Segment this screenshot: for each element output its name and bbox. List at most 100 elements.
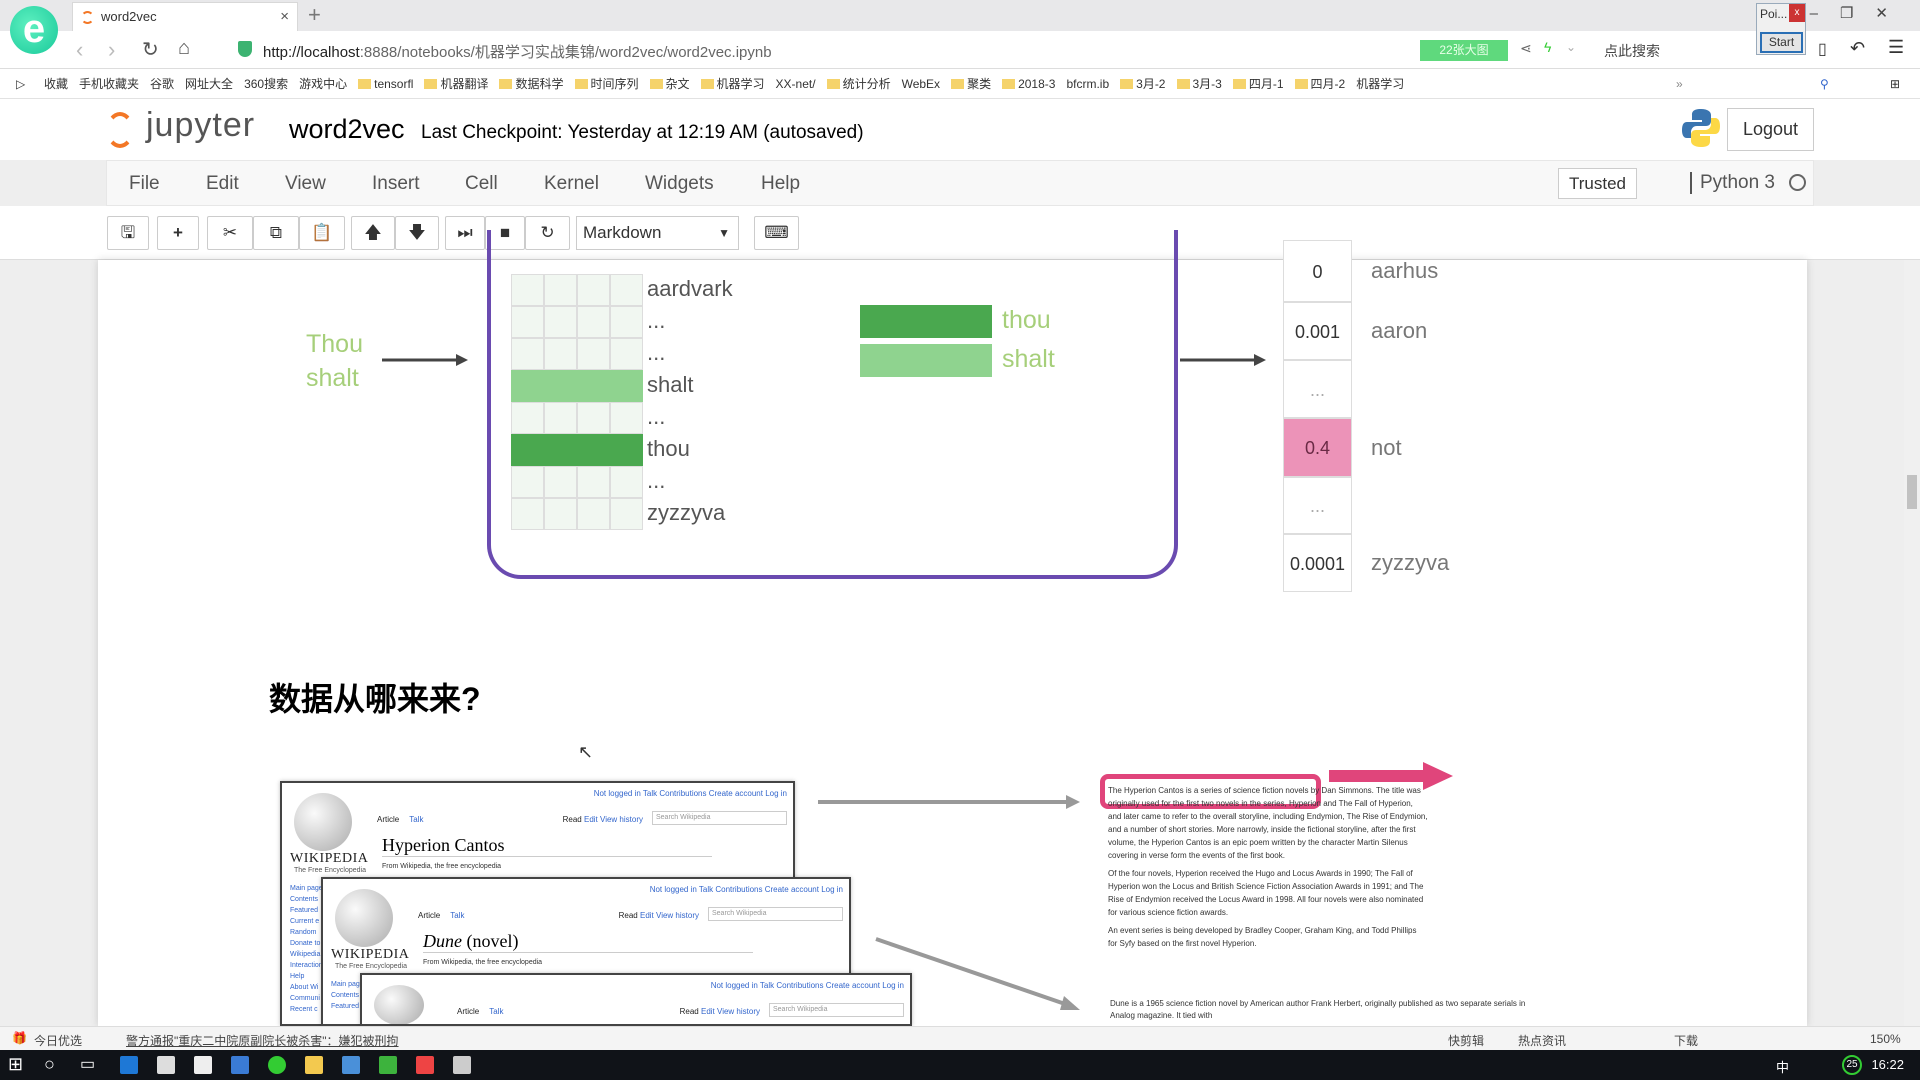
bookmark-item[interactable]: 游戏中心 [299,69,347,99]
daily-picks-link[interactable]: 今日优选 [34,1032,82,1049]
embedding-cell [511,338,544,370]
embedding-cell [511,434,544,466]
bookmark-item[interactable]: 2018-3 [1002,69,1055,99]
insert-cell-button[interactable]: + [157,216,199,250]
news-ticker-link[interactable]: 警方通报"重庆二中院原副院长被杀害"：嫌犯被刑拘 [126,1032,399,1049]
app-icon[interactable] [231,1056,249,1074]
cortana-icon[interactable]: ○ [44,1054,55,1075]
menu-insert[interactable]: Insert [372,173,420,195]
kernel-name[interactable]: Python 3 [1690,172,1775,194]
save-button[interactable]: 🖫 [107,216,149,250]
cut-button[interactable]: ✂ [207,216,253,250]
bookmark-item[interactable]: 四月-2 [1294,69,1345,99]
windows-start-icon[interactable]: ⊞ [8,1054,23,1075]
folder-icon [424,79,438,89]
bookmark-item[interactable]: 3月-3 [1176,69,1222,99]
bookmark-item[interactable]: bfcrm.ib [1066,69,1109,99]
search-icon[interactable]: ⚲ [1820,69,1829,99]
home-icon[interactable]: ⌂ [178,37,190,60]
app-icon[interactable] [453,1056,471,1074]
logout-button[interactable]: Logout [1727,108,1814,151]
copy-button[interactable]: ⧉ [253,216,299,250]
bookmark-item[interactable]: 谷歌 [150,69,174,99]
menu-kernel[interactable]: Kernel [544,173,599,195]
bookmark-item[interactable]: 聚类 [951,69,991,99]
bookmark-item[interactable]: XX-net/ [776,69,816,99]
share-icon[interactable]: ⋖ [1520,40,1532,57]
menu-icon[interactable]: ☰ [1888,37,1904,58]
popup-start-button[interactable]: Start [1760,32,1803,53]
notebook-name[interactable]: word2vec [289,114,405,145]
scrollbar-thumb[interactable] [1907,475,1917,509]
input-word: shalt [306,364,359,392]
undo-icon[interactable]: ↶ [1850,38,1865,59]
bookmark-item[interactable]: 机器学习 [1356,69,1404,99]
app-icon[interactable] [416,1056,434,1074]
notification-badge[interactable]: 25 [1842,1055,1862,1075]
lightning-icon[interactable]: ϟ [1544,39,1551,55]
back-icon[interactable]: ‹ [76,37,83,63]
url-field[interactable]: http://localhost:8888/notebooks/机器学习实战集锦… [263,41,772,62]
menu-view[interactable]: View [285,173,326,195]
hot-news-button[interactable]: 热点资讯 [1518,1032,1566,1049]
wiki-sidebar: Main page Contents Featured Current e Random… [290,885,323,1013]
jupyter-logo[interactable]: jupyter [146,106,255,145]
big-image-button[interactable]: 22张大图 [1420,40,1508,61]
menu-widgets[interactable]: Widgets [645,173,714,195]
more-bookmarks-icon[interactable]: » [1676,69,1683,99]
forward-icon[interactable]: › [108,37,115,63]
folder-icon [1232,79,1246,89]
file-explorer-icon[interactable] [305,1056,323,1074]
popup-close-button[interactable]: x [1789,4,1805,22]
bookmark-item[interactable]: 四月-1 [1232,69,1284,99]
trusted-indicator[interactable]: Trusted [1558,168,1637,199]
sidebar-toggle-icon[interactable]: ▷ [16,69,25,99]
app-icon[interactable] [379,1056,397,1074]
bookmark-item[interactable]: 3月-2 [1120,69,1166,99]
store-icon[interactable] [157,1056,175,1074]
bookmark-item[interactable]: 手机收藏夹 [79,69,139,99]
bookmark-item[interactable]: WebEx [902,69,940,99]
run-button[interactable]: ⏭ [445,216,485,250]
menu-cell[interactable]: Cell [465,173,498,195]
bookmark-item[interactable]: 机器学习 [700,69,765,99]
menu-file[interactable]: File [129,173,160,195]
chevron-down-icon[interactable]: ⌄ [1566,40,1576,54]
move-up-button[interactable]: 🡅 [351,216,395,250]
mail-icon[interactable] [194,1056,212,1074]
browser-icon[interactable] [268,1056,286,1074]
bookmark-item[interactable]: 机器翻译 [424,69,488,99]
bookmark-item[interactable]: 时间序列 [574,69,639,99]
app-icon[interactable] [342,1056,360,1074]
bookmark-item[interactable]: 360搜索 [244,69,288,99]
menu-help[interactable]: Help [761,173,800,195]
bookmark-item[interactable]: 网址大全 [185,69,233,99]
lookup-vector-cell [893,344,926,377]
phone-icon[interactable]: ▯ [1818,39,1827,59]
bookmark-item[interactable]: 统计分析 [826,69,891,99]
ime-indicator[interactable]: 中 [1776,1057,1789,1076]
embedding-cell [577,498,610,530]
new-tab-button[interactable]: + [308,2,321,28]
edge-icon[interactable] [120,1056,138,1074]
task-view-icon[interactable]: ▭ [80,1054,95,1074]
reload-icon[interactable]: ↻ [142,37,159,62]
menu-edit[interactable]: Edit [206,173,239,195]
search-input[interactable]: 点此搜索 [1604,41,1660,61]
download-button[interactable]: 下载 [1674,1032,1698,1049]
apps-icon[interactable]: ⊞ [1890,69,1900,99]
bookmark-item[interactable]: 杂文 [649,69,690,99]
browser-logo-icon[interactable]: e [10,6,58,54]
vertical-scrollbar[interactable] [1904,260,1920,1026]
close-tab-icon[interactable]: × [280,3,289,31]
bookmark-item[interactable]: 收藏 [44,69,68,99]
bookmark-item[interactable]: tensorfl [358,69,413,99]
zoom-level[interactable]: 150% [1870,1032,1901,1046]
bookmark-item[interactable]: 数据科学 [499,69,564,99]
move-down-button[interactable]: 🡇 [395,216,439,250]
python-logo-icon [1682,109,1720,147]
paste-button[interactable]: 📋 [299,216,345,250]
embedding-cell [544,338,577,370]
quick-clip-button[interactable]: 快剪辑 [1448,1032,1484,1049]
browser-tab[interactable]: word2vec × [72,2,298,31]
